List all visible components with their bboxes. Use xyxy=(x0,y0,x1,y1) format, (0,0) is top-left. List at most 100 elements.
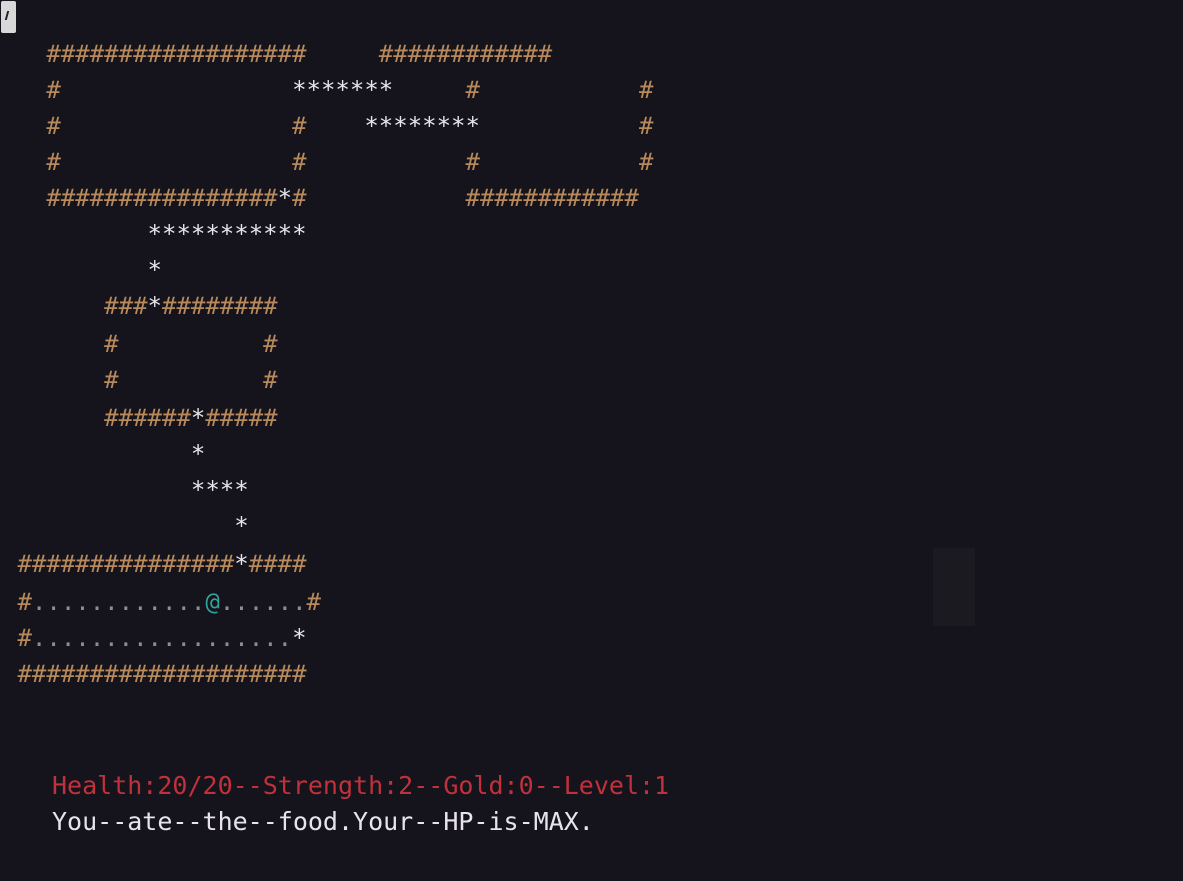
empty-space xyxy=(552,76,566,104)
empty-space xyxy=(61,220,75,248)
wall-tile: # xyxy=(610,184,625,212)
wall-tile: # xyxy=(60,550,76,578)
wall-tile: # xyxy=(465,40,480,68)
empty-space xyxy=(32,112,46,140)
empty-space xyxy=(596,76,610,104)
empty-space xyxy=(119,476,133,504)
empty-space xyxy=(321,112,335,140)
corridor-tile: * xyxy=(219,476,235,504)
empty-space xyxy=(119,256,133,284)
wall-tile: # xyxy=(75,40,90,68)
empty-space xyxy=(46,330,60,358)
wall-tile: # xyxy=(393,40,408,68)
wall-tile: # xyxy=(566,184,582,212)
empty-space xyxy=(624,76,638,104)
floor-tile: . xyxy=(190,624,206,652)
empty-space xyxy=(119,440,133,468)
corridor-tile: * xyxy=(277,220,293,248)
empty-space xyxy=(494,148,508,176)
map-row: ###*######## xyxy=(3,288,277,324)
floor-tile: . xyxy=(219,588,235,616)
wall-tile: # xyxy=(523,40,538,68)
corridor-tile: * xyxy=(292,624,307,652)
map-row: ################## ############ xyxy=(3,36,552,72)
corridor-tile: * xyxy=(263,220,278,248)
empty-space xyxy=(509,112,523,140)
floor-tile: . xyxy=(89,588,105,616)
empty-space xyxy=(205,330,219,358)
empty-space xyxy=(75,330,89,358)
empty-space xyxy=(133,440,147,468)
floor-tile: . xyxy=(277,588,293,616)
wall-tile: # xyxy=(89,550,105,578)
empty-space xyxy=(133,512,147,540)
empty-space xyxy=(278,76,292,104)
empty-space xyxy=(61,476,75,504)
wall-tile: # xyxy=(75,550,90,578)
empty-space xyxy=(523,112,537,140)
corridor-tile: * xyxy=(190,220,206,248)
empty-space xyxy=(220,366,234,394)
empty-space xyxy=(422,76,436,104)
empty-space xyxy=(32,40,46,68)
empty-space xyxy=(249,330,263,358)
empty-space xyxy=(205,76,219,104)
floor-tile: . xyxy=(234,624,249,652)
wall-tile: # xyxy=(205,292,220,320)
empty-space xyxy=(90,112,104,140)
empty-space xyxy=(46,292,60,320)
wall-tile: # xyxy=(277,660,293,688)
wall-tile: # xyxy=(219,550,235,578)
empty-space xyxy=(104,76,118,104)
empty-space xyxy=(364,148,378,176)
empty-space xyxy=(552,112,566,140)
wall-tile: # xyxy=(46,550,61,578)
wall-tile: # xyxy=(552,184,567,212)
empty-space xyxy=(350,148,364,176)
empty-space xyxy=(176,148,190,176)
wall-tile: # xyxy=(248,550,264,578)
wall-tile: # xyxy=(277,550,293,578)
empty-space xyxy=(408,148,422,176)
wall-tile: # xyxy=(147,550,162,578)
wall-tile: # xyxy=(89,184,105,212)
wall-tile: # xyxy=(118,184,134,212)
empty-space xyxy=(133,330,147,358)
empty-space xyxy=(90,330,104,358)
empty-space xyxy=(350,184,364,212)
wall-tile: # xyxy=(190,292,206,320)
empty-space xyxy=(61,76,75,104)
empty-space xyxy=(90,404,104,432)
floor-tile: . xyxy=(205,624,220,652)
empty-space xyxy=(46,404,60,432)
empty-space xyxy=(32,330,46,358)
empty-space xyxy=(119,220,133,248)
empty-space xyxy=(3,512,17,540)
empty-space xyxy=(46,440,60,468)
empty-space xyxy=(3,292,17,320)
empty-space xyxy=(610,76,624,104)
empty-space xyxy=(148,366,162,394)
wall-tile: # xyxy=(118,40,134,68)
empty-space xyxy=(581,112,595,140)
wall-tile: # xyxy=(147,184,162,212)
wall-tile: # xyxy=(494,184,509,212)
corridor-tile: * xyxy=(422,112,437,140)
empty-space xyxy=(307,148,321,176)
corridor-tile: * xyxy=(292,220,307,248)
empty-space xyxy=(176,512,190,540)
empty-space xyxy=(379,184,393,212)
corridor-tile: * xyxy=(378,112,394,140)
wall-tile: # xyxy=(17,660,32,688)
wall-tile: # xyxy=(104,366,119,394)
empty-space xyxy=(234,76,248,104)
empty-space xyxy=(17,404,31,432)
wall-tile: # xyxy=(234,184,249,212)
wall-tile: # xyxy=(147,404,162,432)
empty-space xyxy=(596,112,610,140)
empty-space xyxy=(451,148,465,176)
floor-tile: . xyxy=(46,624,61,652)
wall-tile: # xyxy=(263,366,278,394)
floor-tile: . xyxy=(176,624,191,652)
empty-space xyxy=(176,440,190,468)
